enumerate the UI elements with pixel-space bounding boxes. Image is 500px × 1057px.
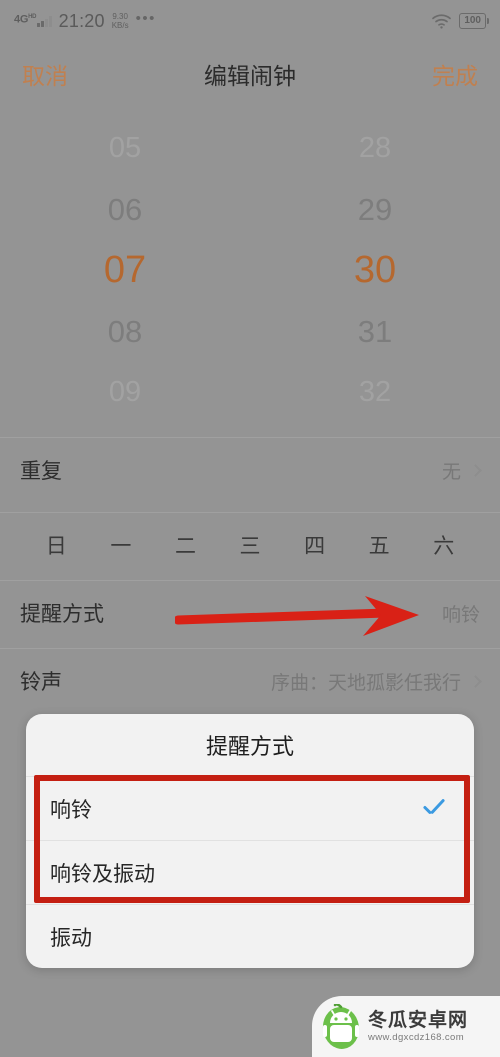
- row-ringtone[interactable]: 铃声 序曲：天地孤影任我行: [0, 649, 500, 713]
- status-bar: 4GHD 21:20 9.30 KB/s ••• 100: [0, 0, 500, 42]
- ringtone-label: 铃声: [20, 671, 62, 694]
- repeat-value: 无: [441, 461, 461, 483]
- chevron-right-icon: [469, 463, 482, 477]
- repeat-label: 重复: [20, 460, 62, 483]
- reminder-method-value: 响铃: [441, 604, 480, 626]
- speed-value: 9.30: [112, 12, 128, 21]
- wifi-icon: [432, 14, 452, 29]
- ringtone-value: 序曲：天地孤影任我行: [270, 672, 461, 694]
- watermark-site-name: 冬瓜安卓网: [368, 1009, 469, 1031]
- minute-option[interactable]: 29: [250, 179, 500, 240]
- dialog-title: 提醒方式: [205, 734, 294, 759]
- weekday-wed[interactable]: 三: [218, 530, 283, 560]
- weekday-tue[interactable]: 二: [153, 530, 218, 560]
- winter-melon-android-logo-icon: [322, 1003, 360, 1049]
- site-watermark: 冬瓜安卓网 www.dgxcdz168.com: [312, 996, 500, 1057]
- minute-wheel[interactable]: 28 29 30 31 32: [250, 118, 500, 423]
- hour-option-selected[interactable]: 07: [0, 240, 250, 301]
- weekday-selector[interactable]: 日 一 二 三 四 五 六: [0, 513, 500, 577]
- hour-option[interactable]: 09: [0, 362, 250, 423]
- weekday-mon[interactable]: 一: [89, 530, 154, 560]
- speed-unit: KB/s: [111, 21, 129, 30]
- reminder-method-dialog: 提醒方式 响铃 响铃及振动 振动: [26, 714, 474, 968]
- hour-option[interactable]: 06: [0, 179, 250, 240]
- minute-option[interactable]: 32: [250, 362, 500, 423]
- hour-option[interactable]: 08: [0, 301, 250, 362]
- page-title: 编辑闹钟: [204, 62, 296, 89]
- minute-option[interactable]: 28: [250, 118, 500, 179]
- status-bar-right: 100: [431, 13, 489, 29]
- dialog-option-ring[interactable]: 响铃: [26, 776, 474, 840]
- status-bar-left: 4GHD 21:20 9.30 KB/s •••: [14, 9, 156, 32]
- hour-wheel[interactable]: 05 06 07 08 09: [0, 118, 250, 423]
- mobile-network-indicator: 4GHD: [14, 13, 52, 27]
- network-speed-indicator: 9.30 KB/s: [112, 12, 129, 30]
- more-dots-icon: •••: [135, 9, 156, 27]
- chevron-right-icon: [469, 674, 482, 688]
- weekday-sat[interactable]: 六: [411, 530, 476, 560]
- reminder-method-label: 提醒方式: [20, 603, 104, 626]
- minute-option[interactable]: 31: [250, 301, 500, 362]
- app-header: 取消 编辑闹钟 完成: [0, 42, 500, 105]
- row-repeat[interactable]: 重复 无: [0, 438, 500, 502]
- cancel-button[interactable]: 取消: [22, 57, 68, 91]
- check-icon: [424, 802, 450, 816]
- status-bar-clock: 21:20: [58, 10, 105, 31]
- battery-indicator: 100: [459, 13, 489, 29]
- wifi-dot: [440, 26, 444, 29]
- option-label: 响铃: [50, 798, 92, 822]
- annotation-arrow-icon: [175, 596, 419, 636]
- network-type-label: 4GHD: [14, 13, 37, 26]
- time-picker[interactable]: 05 06 07 08 09 28 29 30 31 32: [0, 118, 500, 423]
- weekday-sun[interactable]: 日: [24, 530, 89, 560]
- dialog-option-ring-and-vibrate[interactable]: 响铃及振动: [26, 840, 474, 904]
- option-label: 响铃及振动: [50, 862, 155, 886]
- signal-bars-icon: [37, 15, 52, 27]
- dialog-option-vibrate[interactable]: 振动: [26, 904, 474, 968]
- minute-option-selected[interactable]: 30: [250, 240, 500, 301]
- repeat-value-group: 无: [441, 457, 482, 484]
- weekday-thu[interactable]: 四: [282, 530, 347, 560]
- watermark-site-url: www.dgxcdz168.com: [368, 1031, 465, 1043]
- weekday-fri[interactable]: 五: [347, 530, 412, 560]
- done-button[interactable]: 完成: [432, 57, 478, 91]
- hour-option[interactable]: 05: [0, 118, 250, 179]
- watermark-text: 冬瓜安卓网 www.dgxcdz168.com: [368, 1009, 469, 1043]
- option-label: 振动: [50, 926, 92, 950]
- ringtone-value-group: 序曲：天地孤影任我行: [270, 668, 482, 695]
- phone-screen: 4GHD 21:20 9.30 KB/s ••• 100 取消 编辑闹钟 完成 …: [0, 0, 500, 1057]
